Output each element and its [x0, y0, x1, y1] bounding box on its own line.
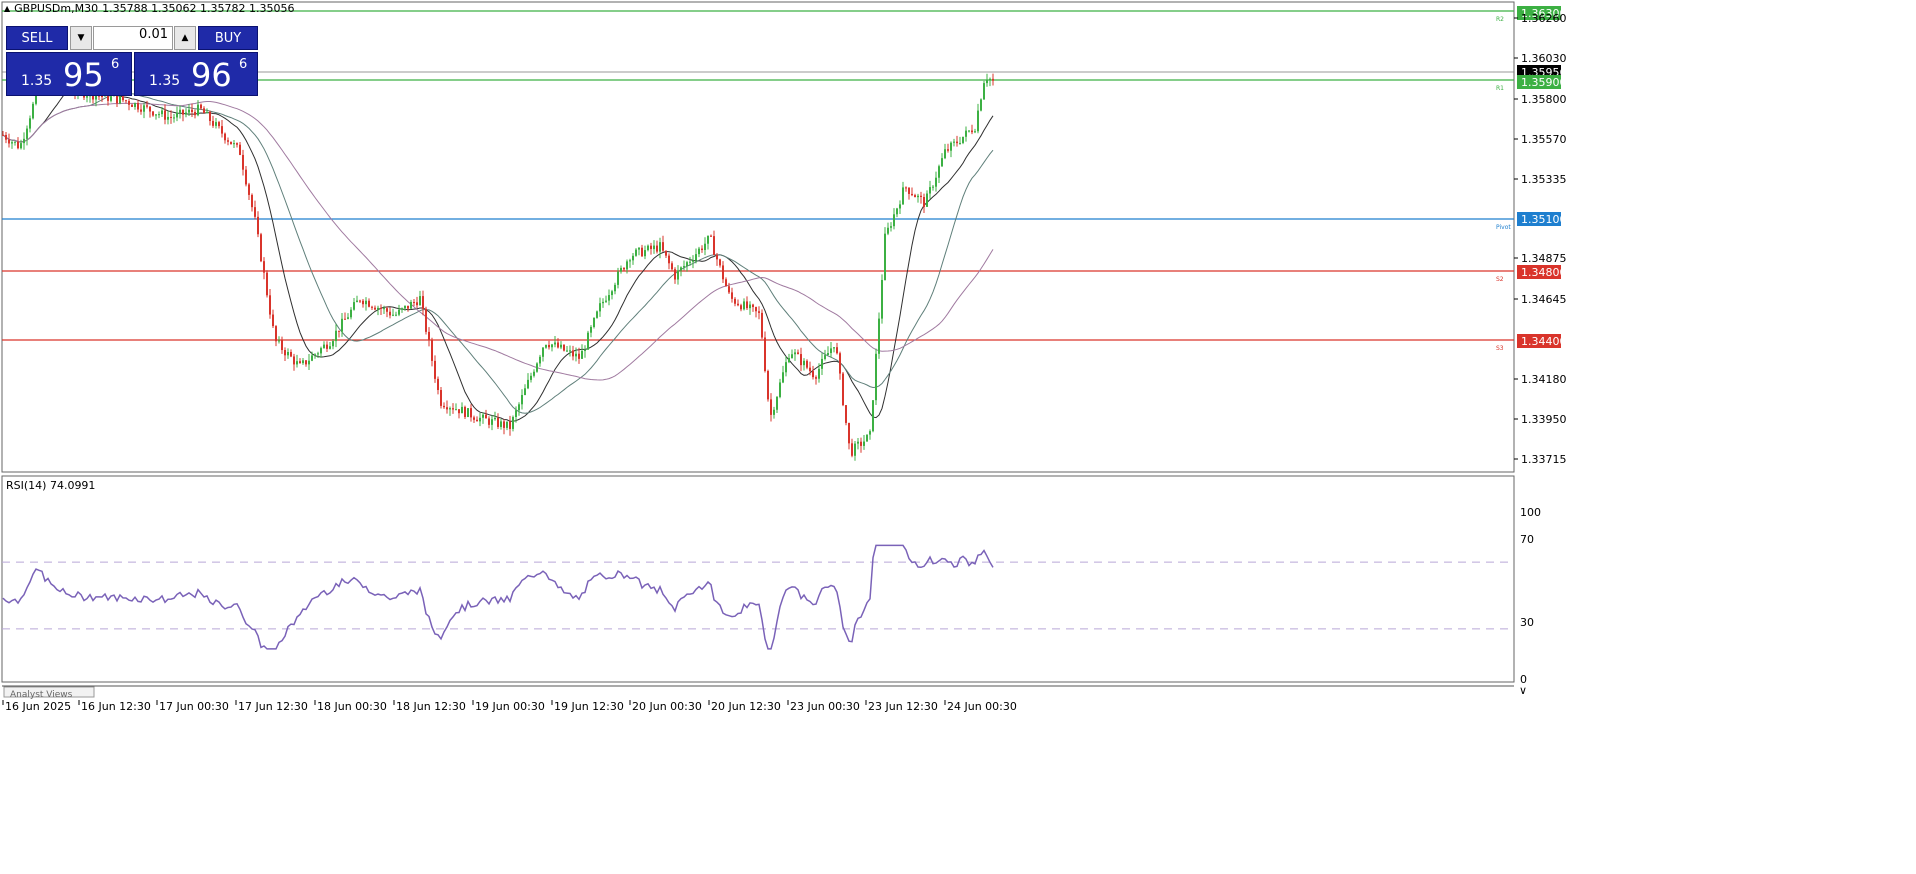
- price-tick-label: 1.35570: [1521, 133, 1567, 146]
- time-label: 17 Jun 12:30: [238, 700, 308, 713]
- buy-price-big: 96: [191, 56, 232, 94]
- candle: [878, 312, 880, 359]
- price-tag: 1.34400: [1521, 335, 1567, 348]
- rsi-axis-label: 70: [1520, 533, 1534, 546]
- time-label: 16 Jun 12:30: [81, 700, 151, 713]
- candle: [467, 408, 469, 418]
- candle: [980, 98, 982, 112]
- time-label: 16 Jun 2025: [5, 700, 71, 713]
- rsi-axis-label: 100: [1520, 506, 1541, 519]
- candle: [260, 232, 262, 263]
- level-label-r2: R2: [1496, 16, 1504, 23]
- candle: [842, 372, 844, 407]
- lot-increase-button[interactable]: ▲: [174, 26, 196, 50]
- candle: [983, 80, 985, 100]
- ohlc-values: 1.35788 1.35062 1.35782 1.35056: [102, 2, 295, 15]
- candle: [881, 274, 883, 324]
- candle: [32, 101, 34, 120]
- price-tick-label: 1.34875: [1521, 252, 1567, 265]
- sell-price-prefix: 1.35: [21, 73, 53, 89]
- level-label-pivot: Pivot: [1496, 224, 1511, 231]
- price-tag: 1.34800: [1521, 266, 1567, 279]
- price-tick-label: 1.35800: [1521, 93, 1567, 106]
- candle: [875, 348, 877, 405]
- candle: [884, 227, 886, 281]
- time-label: 19 Jun 00:30: [475, 700, 545, 713]
- scroll-arrow-icon[interactable]: ∨: [1519, 684, 1527, 697]
- candle: [593, 317, 595, 329]
- candle: [845, 405, 847, 426]
- chevron-down-icon: ▼: [77, 33, 85, 43]
- lot-size-input[interactable]: 0.01: [93, 26, 173, 50]
- level-label-s2: S2: [1496, 276, 1504, 283]
- candle: [563, 344, 565, 352]
- candle: [767, 369, 769, 402]
- buy-price-prefix: 1.35: [149, 73, 181, 89]
- buy-price-sup: 6: [239, 57, 248, 72]
- sell-price-big: 95: [63, 56, 104, 94]
- price-tick-label: 1.35335: [1521, 173, 1567, 186]
- rsi-axis-label: 30: [1520, 616, 1534, 629]
- price-tag: 1.35900: [1521, 76, 1567, 89]
- candle: [266, 270, 268, 298]
- buy-price-box[interactable]: 1.35 96 6: [134, 52, 258, 96]
- time-label: 17 Jun 00:30: [159, 700, 229, 713]
- candle: [587, 330, 589, 350]
- candle: [866, 434, 868, 442]
- one-click-trading-panel: SELL ▼ 0.01 ▲ BUY 1.35 95 6 1.35 96 6: [6, 26, 258, 98]
- candle: [761, 309, 763, 340]
- time-label: 20 Jun 12:30: [711, 700, 781, 713]
- candle: [425, 306, 427, 335]
- time-label: 23 Jun 12:30: [868, 700, 938, 713]
- time-axis: 16 Jun 2025 16 Jun 12:30 17 Jun 00:30 17 Ju…: [2, 700, 1017, 713]
- sell-price-sup: 6: [111, 57, 120, 72]
- level-label-s3: S3: [1496, 345, 1504, 352]
- price-tick-label: 1.34645: [1521, 293, 1567, 306]
- time-label: 20 Jun 00:30: [632, 700, 702, 713]
- chevron-up-icon: ▲: [181, 33, 189, 43]
- chart-canvas[interactable]: R2R1PivotS2S3 1.363001.362601.360301.359…: [0, 0, 1916, 874]
- price-axis: 1.363001.362601.360301.359561.359001.358…: [1514, 6, 1567, 686]
- time-label: 18 Jun 00:30: [317, 700, 387, 713]
- time-label: 23 Jun 00:30: [790, 700, 860, 713]
- price-tick-label: 1.33950: [1521, 413, 1567, 426]
- price-tick-label: 1.36030: [1521, 52, 1567, 65]
- candle: [764, 331, 766, 373]
- sell-button[interactable]: SELL: [6, 26, 68, 50]
- rsi-pane[interactable]: [1, 475, 1515, 683]
- candle: [596, 310, 598, 319]
- price-tick-label: 1.33715: [1521, 453, 1567, 466]
- analyst-views-label[interactable]: Analyst Views: [10, 690, 73, 700]
- candle: [230, 141, 232, 145]
- candle: [872, 400, 874, 433]
- price-tick-label: 1.36260: [1521, 12, 1567, 25]
- candle: [536, 362, 538, 373]
- symbol-header: ▲ GBPUSDm,M30 1.35788 1.35062 1.35782 1.…: [4, 2, 295, 15]
- buy-button[interactable]: BUY: [198, 26, 258, 50]
- level-label-r1: R1: [1496, 85, 1504, 92]
- symbol-label: GBPUSDm,M30: [14, 2, 99, 15]
- collapse-triangle-icon[interactable]: ▲: [4, 4, 10, 13]
- price-tick-label: 1.34180: [1521, 373, 1567, 386]
- time-label: 18 Jun 12:30: [396, 700, 466, 713]
- lot-decrease-button[interactable]: ▼: [70, 26, 92, 50]
- rsi-label: RSI(14) 74.0991: [6, 479, 95, 492]
- price-tag: 1.35100: [1521, 213, 1567, 226]
- time-label: 24 Jun 00:30: [947, 700, 1017, 713]
- sell-price-box[interactable]: 1.35 95 6: [6, 52, 132, 96]
- candle: [440, 386, 442, 409]
- time-label: 19 Jun 12:30: [554, 700, 624, 713]
